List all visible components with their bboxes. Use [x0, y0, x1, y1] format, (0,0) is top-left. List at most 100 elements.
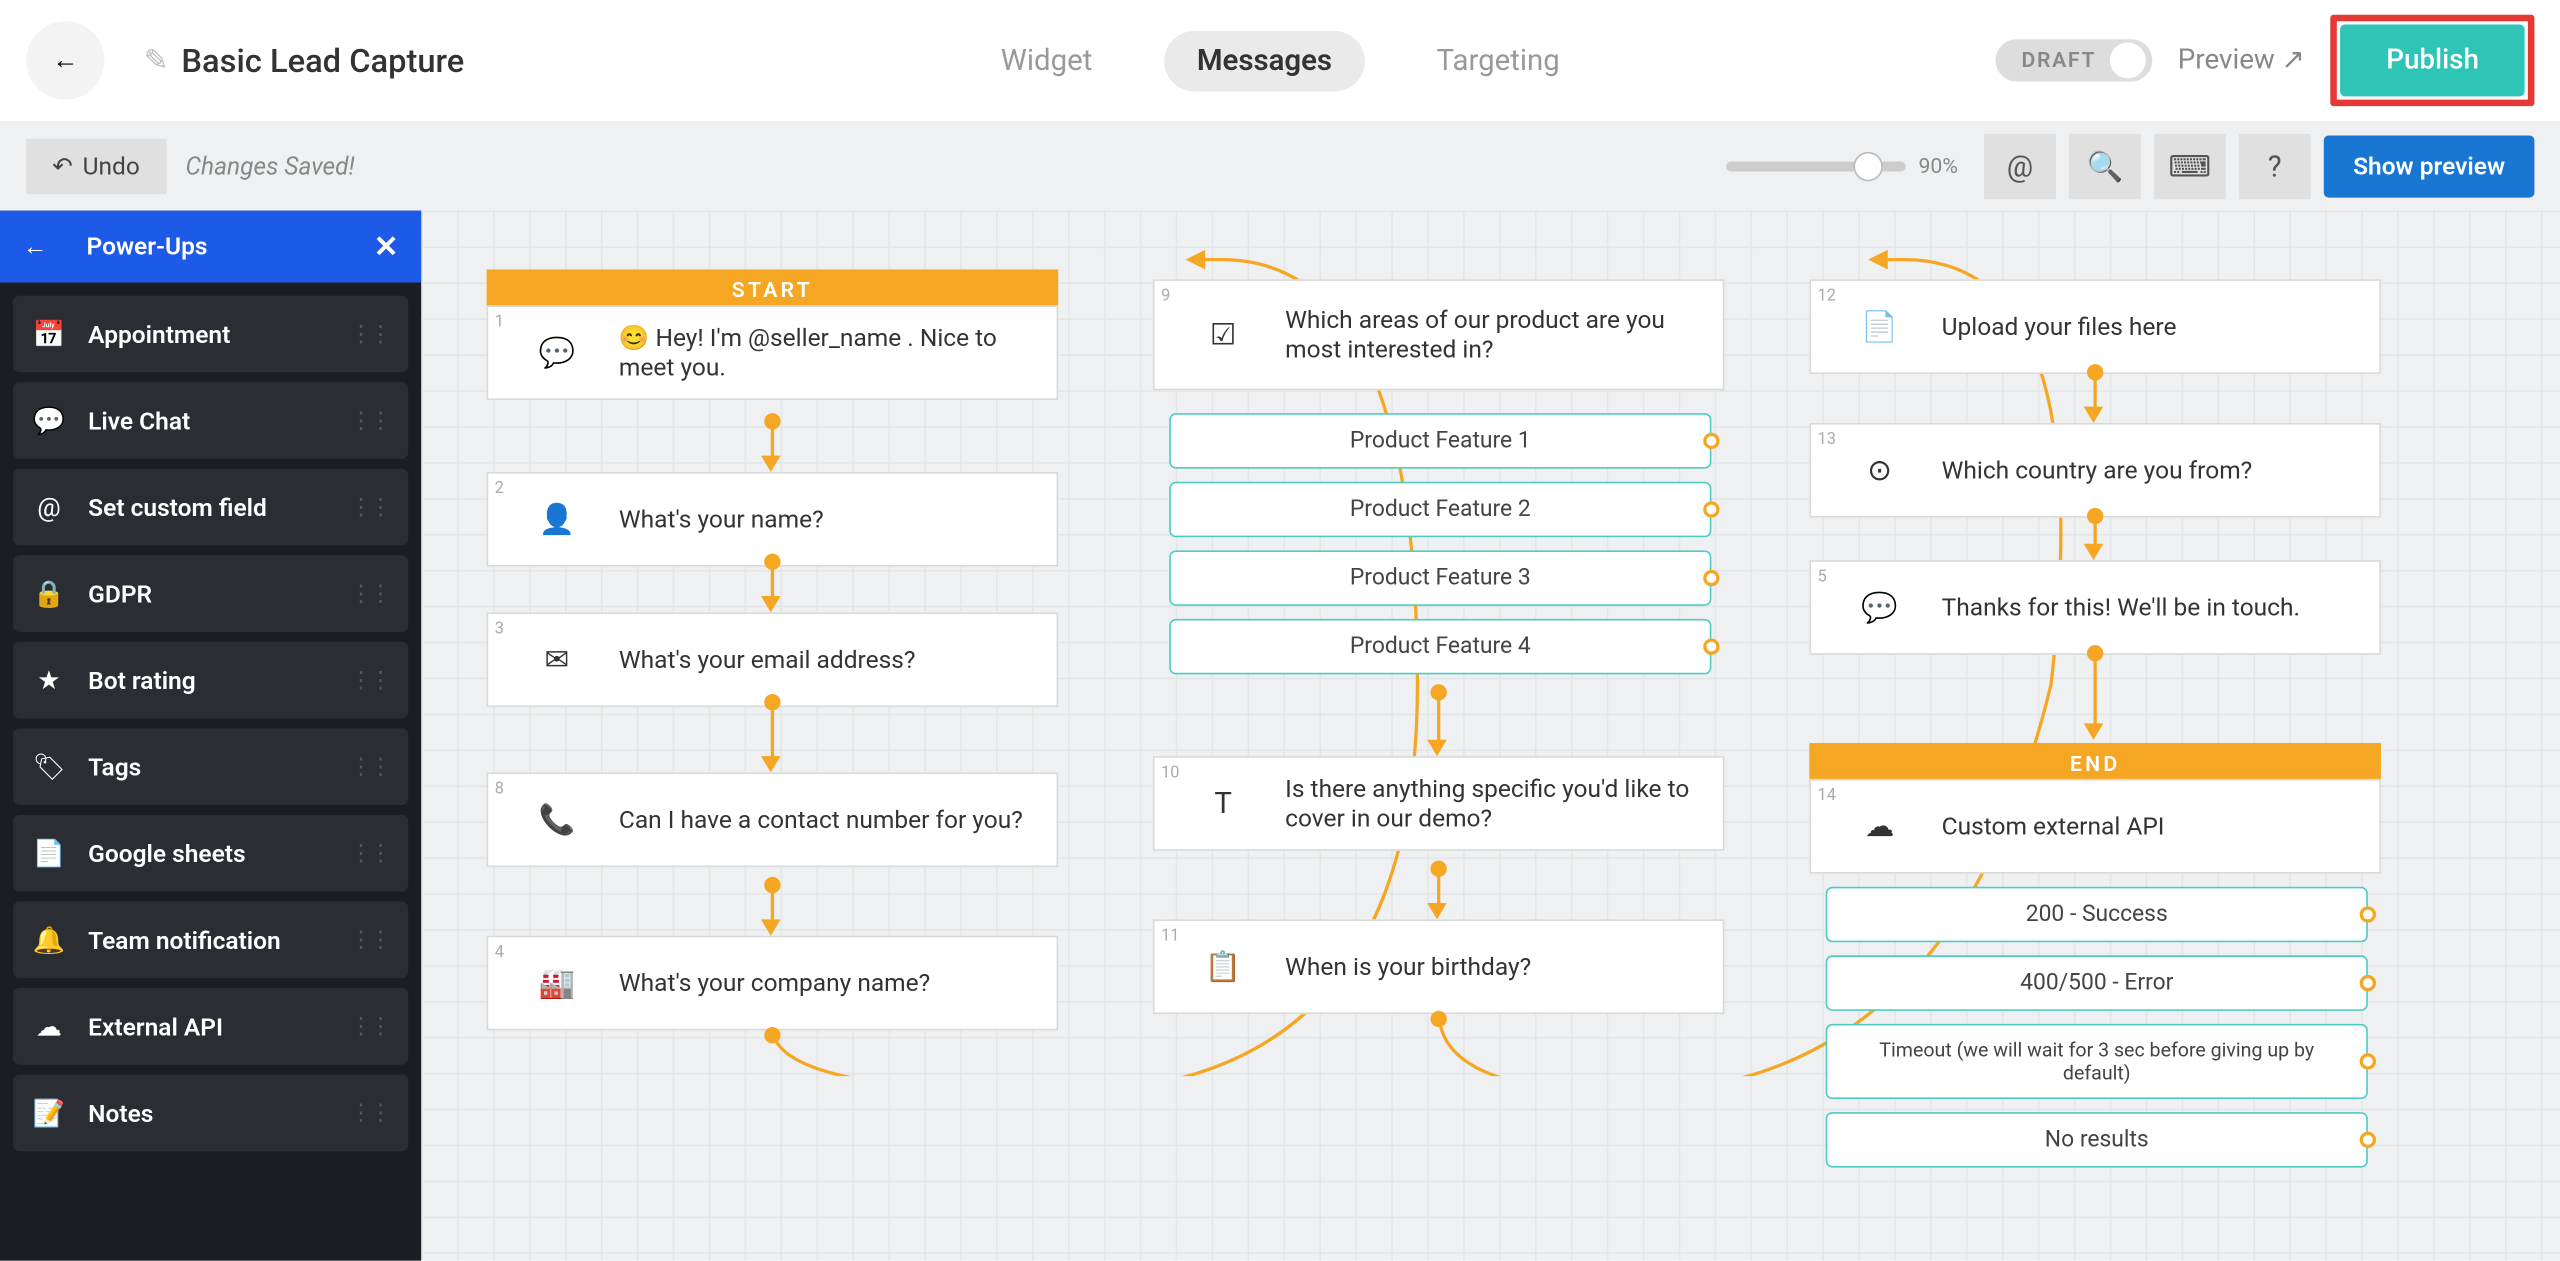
flow-option[interactable]: 400/500 - Error: [1826, 955, 2368, 1011]
show-preview-button[interactable]: Show preview: [2324, 136, 2535, 198]
publish-button[interactable]: Publish: [2341, 24, 2525, 96]
draft-label: DRAFT: [2022, 48, 2097, 72]
topbar: ← ✎ Basic Lead Capture Widget Messages T…: [0, 0, 2560, 122]
tab-targeting[interactable]: Targeting: [1404, 30, 1593, 90]
sidebar-header: ← Power-Ups ✕: [0, 211, 421, 283]
flow-node[interactable]: 4 🏭 What's your company name?: [487, 936, 1059, 1031]
option-connector[interactable]: [1703, 639, 1719, 655]
tab-widget[interactable]: Widget: [968, 30, 1125, 90]
option-connector[interactable]: [2360, 906, 2376, 922]
option-connector[interactable]: [1703, 433, 1719, 449]
flow-node[interactable]: 9 ☑ Which areas of our product are you m…: [1153, 279, 1725, 390]
zoom-slider[interactable]: [1726, 162, 1906, 172]
tab-messages[interactable]: Messages: [1164, 30, 1365, 90]
bell-icon: 🔔: [33, 924, 66, 955]
list-icon: ☑: [1184, 281, 1262, 389]
question-icon: ?: [2268, 149, 2282, 183]
drag-handle-icon: ⋮⋮: [349, 927, 388, 953]
flow-option[interactable]: Product Feature 4: [1169, 619, 1711, 675]
drag-handle-icon: ⋮⋮: [349, 1100, 388, 1126]
keyboard-button[interactable]: ⌨: [2154, 134, 2226, 199]
flow-canvas[interactable]: START 1 💬 😊 Hey! I'm @seller_name . Nice…: [421, 211, 2560, 1261]
calendar-icon: 📅: [33, 318, 66, 349]
publish-highlight: Publish: [2331, 15, 2535, 106]
external-link-icon: ↗: [2281, 44, 2304, 77]
sidebar-back-icon[interactable]: ←: [23, 232, 47, 261]
at-icon: @: [2007, 149, 2033, 183]
person-icon: 👤: [518, 474, 596, 565]
flow-node[interactable]: 5 💬 Thanks for this! We'll be in touch.: [1809, 560, 2381, 655]
flow-node[interactable]: 8 📞 Can I have a contact number for you?: [487, 772, 1059, 867]
note-icon: 📝: [33, 1097, 66, 1128]
zoom-handle[interactable]: [1853, 152, 1882, 181]
topbar-right: DRAFT Preview ↗ Publish: [1995, 15, 2534, 106]
speech-icon: 💬: [1840, 562, 1918, 653]
sheet-icon: 📄: [33, 838, 66, 869]
drag-handle-icon: ⋮⋮: [349, 407, 388, 433]
flow-option[interactable]: 200 - Success: [1826, 887, 2368, 943]
phone-icon: 📞: [518, 774, 596, 865]
flow-option[interactable]: Product Feature 2: [1169, 482, 1711, 538]
sidebar-item-teamnotification[interactable]: 🔔Team notification⋮⋮: [13, 901, 408, 978]
flow-option[interactable]: No results: [1826, 1112, 2368, 1168]
cloud-icon: ☁: [1840, 781, 1918, 872]
cloud-icon: ☁: [33, 1011, 66, 1042]
at-icon: @: [33, 492, 66, 523]
help-button[interactable]: ?: [2239, 134, 2311, 199]
sidebar-item-googlesheets[interactable]: 📄Google sheets⋮⋮: [13, 815, 408, 892]
expand-icon: ⊙: [1840, 425, 1918, 516]
flow-option[interactable]: Product Feature 1: [1169, 413, 1711, 469]
sidebar-item-notes[interactable]: 📝Notes⋮⋮: [13, 1075, 408, 1152]
lock-icon: 🔒: [33, 578, 66, 609]
sidebar-item-gdpr[interactable]: 🔒GDPR⋮⋮: [13, 555, 408, 632]
zoom-percent: 90%: [1918, 154, 1957, 178]
drag-handle-icon: ⋮⋮: [349, 667, 388, 693]
preview-link[interactable]: Preview ↗: [2178, 44, 2305, 77]
industry-icon: 🏭: [518, 937, 596, 1028]
header-tabs: Widget Messages Targeting: [968, 30, 1592, 90]
option-connector[interactable]: [2360, 1132, 2376, 1148]
toggle-knob: [2109, 42, 2145, 78]
sidebar-item-tags[interactable]: 🏷Tags⋮⋮: [13, 728, 408, 805]
sidebar-item-botrating[interactable]: ★Bot rating⋮⋮: [13, 642, 408, 719]
flow-node[interactable]: 10 T Is there anything specific you'd li…: [1153, 756, 1725, 851]
flow-node[interactable]: 2 👤 What's your name?: [487, 472, 1059, 567]
flow-node[interactable]: 14 ☁ Custom external API: [1809, 779, 2381, 874]
drag-handle-icon: ⋮⋮: [349, 840, 388, 866]
flow-node[interactable]: 1 💬 😊 Hey! I'm @seller_name . Nice to me…: [487, 305, 1059, 400]
flow-node[interactable]: 13 ⊙ Which country are you from?: [1809, 423, 2381, 518]
at-button[interactable]: @: [1984, 134, 2056, 199]
flow-option[interactable]: Product Feature 3: [1169, 550, 1711, 606]
calendar-icon: 📋: [1184, 921, 1262, 1012]
search-icon: 🔍: [2087, 149, 2124, 183]
main: ← Power-Ups ✕ 📅Appointment⋮⋮ 💬Live Chat⋮…: [0, 211, 2560, 1261]
back-button[interactable]: ←: [26, 21, 104, 99]
flow-node[interactable]: 12 📄 Upload your files here: [1809, 279, 2381, 374]
search-button[interactable]: 🔍: [2069, 134, 2141, 199]
sidebar-items: 📅Appointment⋮⋮ 💬Live Chat⋮⋮ @Set custom …: [0, 283, 421, 1165]
sidebar-item-externalapi[interactable]: ☁External API⋮⋮: [13, 988, 408, 1065]
flow-node[interactable]: 3 ✉ What's your email address?: [487, 612, 1059, 707]
flow-node[interactable]: 11 📋 When is your birthday?: [1153, 919, 1725, 1014]
keyboard-icon: ⌨: [2169, 149, 2211, 183]
flow-title: Basic Lead Capture: [181, 41, 464, 80]
sidebar-item-livechat[interactable]: 💬Live Chat⋮⋮: [13, 382, 408, 459]
sidebar-item-customfield[interactable]: @Set custom field⋮⋮: [13, 469, 408, 546]
sidebar-close-icon[interactable]: ✕: [374, 229, 399, 263]
undo-icon: ↶: [52, 152, 73, 181]
draft-toggle[interactable]: DRAFT: [1995, 39, 2151, 81]
flow-option[interactable]: Timeout (we will wait for 3 sec before g…: [1826, 1024, 2368, 1099]
arrow-left-icon: ←: [52, 44, 78, 77]
saved-status: Changes Saved!: [186, 152, 355, 181]
option-connector[interactable]: [1703, 570, 1719, 586]
secondbar: ↶ Undo Changes Saved! 90% @ 🔍 ⌨ ? Show p…: [0, 122, 2560, 210]
pencil-icon[interactable]: ✎: [144, 43, 169, 77]
undo-button[interactable]: ↶ Undo: [26, 139, 166, 195]
option-connector[interactable]: [2360, 1053, 2376, 1069]
option-connector[interactable]: [2360, 975, 2376, 991]
sidebar: ← Power-Ups ✕ 📅Appointment⋮⋮ 💬Live Chat⋮…: [0, 211, 421, 1261]
drag-handle-icon: ⋮⋮: [349, 581, 388, 607]
text-icon: T: [1184, 758, 1262, 849]
option-connector[interactable]: [1703, 501, 1719, 517]
sidebar-item-appointment[interactable]: 📅Appointment⋮⋮: [13, 296, 408, 373]
